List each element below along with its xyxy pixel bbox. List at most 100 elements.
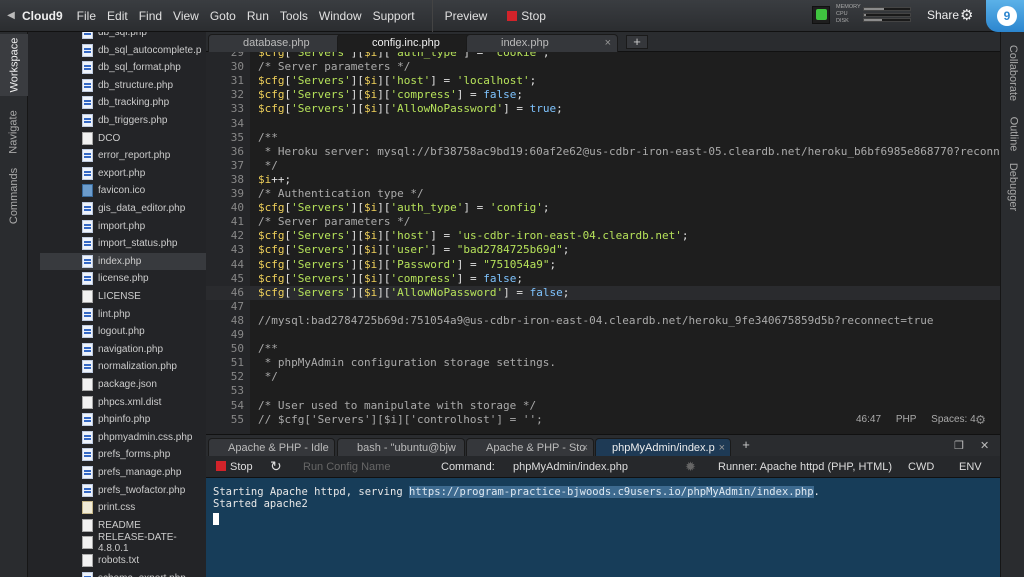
menu-support[interactable]: Support <box>373 9 415 23</box>
code-line[interactable]: 46 $cfg['Servers'][$i]['AllowNoPassword']… <box>206 285 1000 300</box>
menu-view[interactable]: View <box>173 9 199 23</box>
file-tree[interactable]: db_sql.php db_sql_autocomplete.p db_sql_fo… <box>28 32 206 577</box>
console-tab-apache-stopped[interactable]: Apache & PHP - Sto × <box>466 438 594 457</box>
file-tree-item[interactable]: lint.php <box>40 306 206 323</box>
tab-navigate[interactable]: Navigate <box>0 102 28 162</box>
code-line[interactable]: 29 $cfg['Servers'][$i]['auth_type'] = 'co… <box>206 52 1000 60</box>
new-tab-plus-icon[interactable]: + <box>626 35 648 49</box>
code-line[interactable]: 36 * Heroku server: mysql://bf38758ac9bd… <box>206 145 1000 159</box>
menu-edit[interactable]: Edit <box>107 9 128 23</box>
tab-collaborate[interactable]: Collaborate <box>1001 38 1024 108</box>
file-tree-item[interactable]: db_tracking.php <box>40 94 206 111</box>
code-line[interactable]: 47 <box>206 300 1000 314</box>
file-tree-item[interactable]: db_sql.php <box>40 32 206 41</box>
file-tree-item[interactable]: import.php <box>40 218 206 235</box>
share-button[interactable]: Share <box>927 8 959 22</box>
console-tab-phpmyadmin[interactable]: phpMyAdmin/index.p × <box>595 438 731 457</box>
editor-settings-gear-icon[interactable]: ⚙ <box>976 410 985 428</box>
new-console-tab-plus-icon[interactable]: + <box>736 438 756 453</box>
file-tree-item[interactable]: import_status.php <box>40 235 206 252</box>
command-input[interactable]: phpMyAdmin/index.php <box>513 461 628 473</box>
code-line[interactable]: 41 /* Server parameters */ <box>206 215 1000 229</box>
menu-find[interactable]: Find <box>139 9 162 23</box>
tab-workspace[interactable]: Workspace <box>0 34 28 96</box>
code-line[interactable]: 33 $cfg['Servers'][$i]['AllowNoPassword']… <box>206 102 1000 116</box>
code-line[interactable]: 34 <box>206 117 1000 131</box>
file-tree-item[interactable]: print.css <box>40 499 206 516</box>
language-mode[interactable]: PHP <box>896 414 917 425</box>
code-line[interactable]: 54 /* User used to manipulate with storag… <box>206 399 1000 413</box>
file-tree-item[interactable]: phpmyadmin.css.php <box>40 429 206 446</box>
file-tree-item[interactable]: prefs_manage.php <box>40 464 206 481</box>
code-line[interactable]: 48 //mysql:bad2784725b69d:751054a9@us-cdb… <box>206 314 1000 328</box>
code-line[interactable]: 50 /** <box>206 342 1000 356</box>
tab-outline[interactable]: Outline <box>1001 112 1024 156</box>
cursor-position[interactable]: 46:47 <box>856 414 881 425</box>
settings-gear-icon[interactable]: ⚙ <box>960 6 973 24</box>
file-tree-item[interactable]: gis_data_editor.php <box>40 200 206 217</box>
code-line[interactable]: 31 $cfg['Servers'][$i]['host'] = 'localho… <box>206 74 1000 88</box>
run-output-terminal[interactable]: Starting Apache httpd, serving https://p… <box>206 478 1000 577</box>
file-tree-item[interactable]: prefs_twofactor.php <box>40 482 206 499</box>
file-tree-item[interactable]: favicon.ico <box>40 182 206 199</box>
file-tree-item[interactable]: export.php <box>40 165 206 182</box>
code-line[interactable]: 52 */ <box>206 370 1000 384</box>
preview-button[interactable]: Preview <box>445 9 488 23</box>
tab-database-php[interactable]: database.php× <box>208 34 358 52</box>
runner-selector[interactable]: Runner: Apache httpd (PHP, HTML) <box>718 461 892 473</box>
resource-meters[interactable]: MEMORY CPU DISK <box>812 4 911 25</box>
code-line[interactable]: 35 /** <box>206 131 1000 145</box>
cloud9-logo[interactable]: 9 <box>986 0 1024 32</box>
console-tab-bash[interactable]: bash - "ubuntu@bjw <box>337 438 465 457</box>
cwd-button[interactable]: CWD <box>908 461 934 473</box>
tab-commands[interactable]: Commands <box>0 166 28 226</box>
file-tree-item[interactable]: db_triggers.php <box>40 112 206 129</box>
maximize-icon[interactable]: ❐ <box>954 439 964 452</box>
code-line[interactable]: 32 $cfg['Servers'][$i]['compress'] = fals… <box>206 88 1000 102</box>
app-url-link[interactable]: https://program-practice-bjwoods.c9users… <box>408 486 814 498</box>
file-tree-item[interactable]: db_sql_autocomplete.p <box>40 42 206 59</box>
code-line[interactable]: 44 $cfg['Servers'][$i]['Password'] = "751… <box>206 258 1000 272</box>
env-button[interactable]: ENV <box>959 461 982 473</box>
file-tree-item[interactable]: schema_export.php <box>40 570 206 577</box>
file-tree-item[interactable]: error_report.php <box>40 147 206 164</box>
code-line[interactable]: 39 /* Authentication type */ <box>206 187 1000 201</box>
code-line[interactable]: 45 $cfg['Servers'][$i]['compress'] = fals… <box>206 272 1000 286</box>
menu-run[interactable]: Run <box>247 9 269 23</box>
file-tree-item[interactable]: db_structure.php <box>40 77 206 94</box>
file-tree-item[interactable]: logout.php <box>40 323 206 340</box>
menu-tools[interactable]: Tools <box>280 9 308 23</box>
file-tree-item[interactable]: RELEASE-DATE-4.8.0.1 <box>40 532 206 554</box>
close-panel-icon[interactable]: ✕ <box>980 439 989 452</box>
code-line[interactable]: 43 $cfg['Servers'][$i]['user'] = "bad2784… <box>206 243 1000 257</box>
restart-icon[interactable]: ↻ <box>270 458 282 475</box>
close-icon[interactable]: × <box>582 442 588 454</box>
cloud9-brand[interactable]: Cloud9 <box>22 9 63 23</box>
file-tree-item[interactable]: DCO <box>40 130 206 147</box>
code-line[interactable]: 38 $i++; <box>206 173 1000 187</box>
code-line[interactable]: 40 $cfg['Servers'][$i]['auth_type'] = 'co… <box>206 201 1000 215</box>
file-tree-item[interactable]: license.php <box>40 270 206 287</box>
console-tab-apache-idle[interactable]: Apache & PHP - Idle <box>208 438 335 457</box>
code-line[interactable]: 53 <box>206 384 1000 398</box>
file-tree-item[interactable]: LICENSE <box>40 288 206 305</box>
bug-icon[interactable] <box>812 5 830 24</box>
close-icon[interactable]: × <box>719 442 725 454</box>
file-tree-item[interactable]: prefs_forms.php <box>40 446 206 463</box>
menu-goto[interactable]: Goto <box>210 9 236 23</box>
file-tree-item[interactable]: normalization.php <box>40 358 206 375</box>
code-line[interactable]: 49 <box>206 328 1000 342</box>
file-tree-item[interactable]: phpcs.xml.dist <box>40 394 206 411</box>
run-config-name-input[interactable]: Run Config Name <box>303 461 390 473</box>
code-editor[interactable]: 29 $cfg['Servers'][$i]['auth_type'] = 'co… <box>206 52 1000 434</box>
code-line[interactable]: 51 * phpMyAdmin configuration storage se… <box>206 356 1000 370</box>
stop-button[interactable]: Stop <box>507 9 546 23</box>
menu-file[interactable]: File <box>77 9 96 23</box>
file-tree-item[interactable]: package.json <box>40 376 206 393</box>
file-tree-item[interactable]: phpinfo.php <box>40 411 206 428</box>
file-tree-item[interactable]: db_sql_format.php <box>40 59 206 76</box>
tab-debugger[interactable]: Debugger <box>1001 160 1024 214</box>
indent-setting[interactable]: Spaces: 4 <box>931 414 975 425</box>
code-line[interactable]: 37 */ <box>206 159 1000 173</box>
runner-stop-button[interactable]: Stop <box>216 461 253 473</box>
